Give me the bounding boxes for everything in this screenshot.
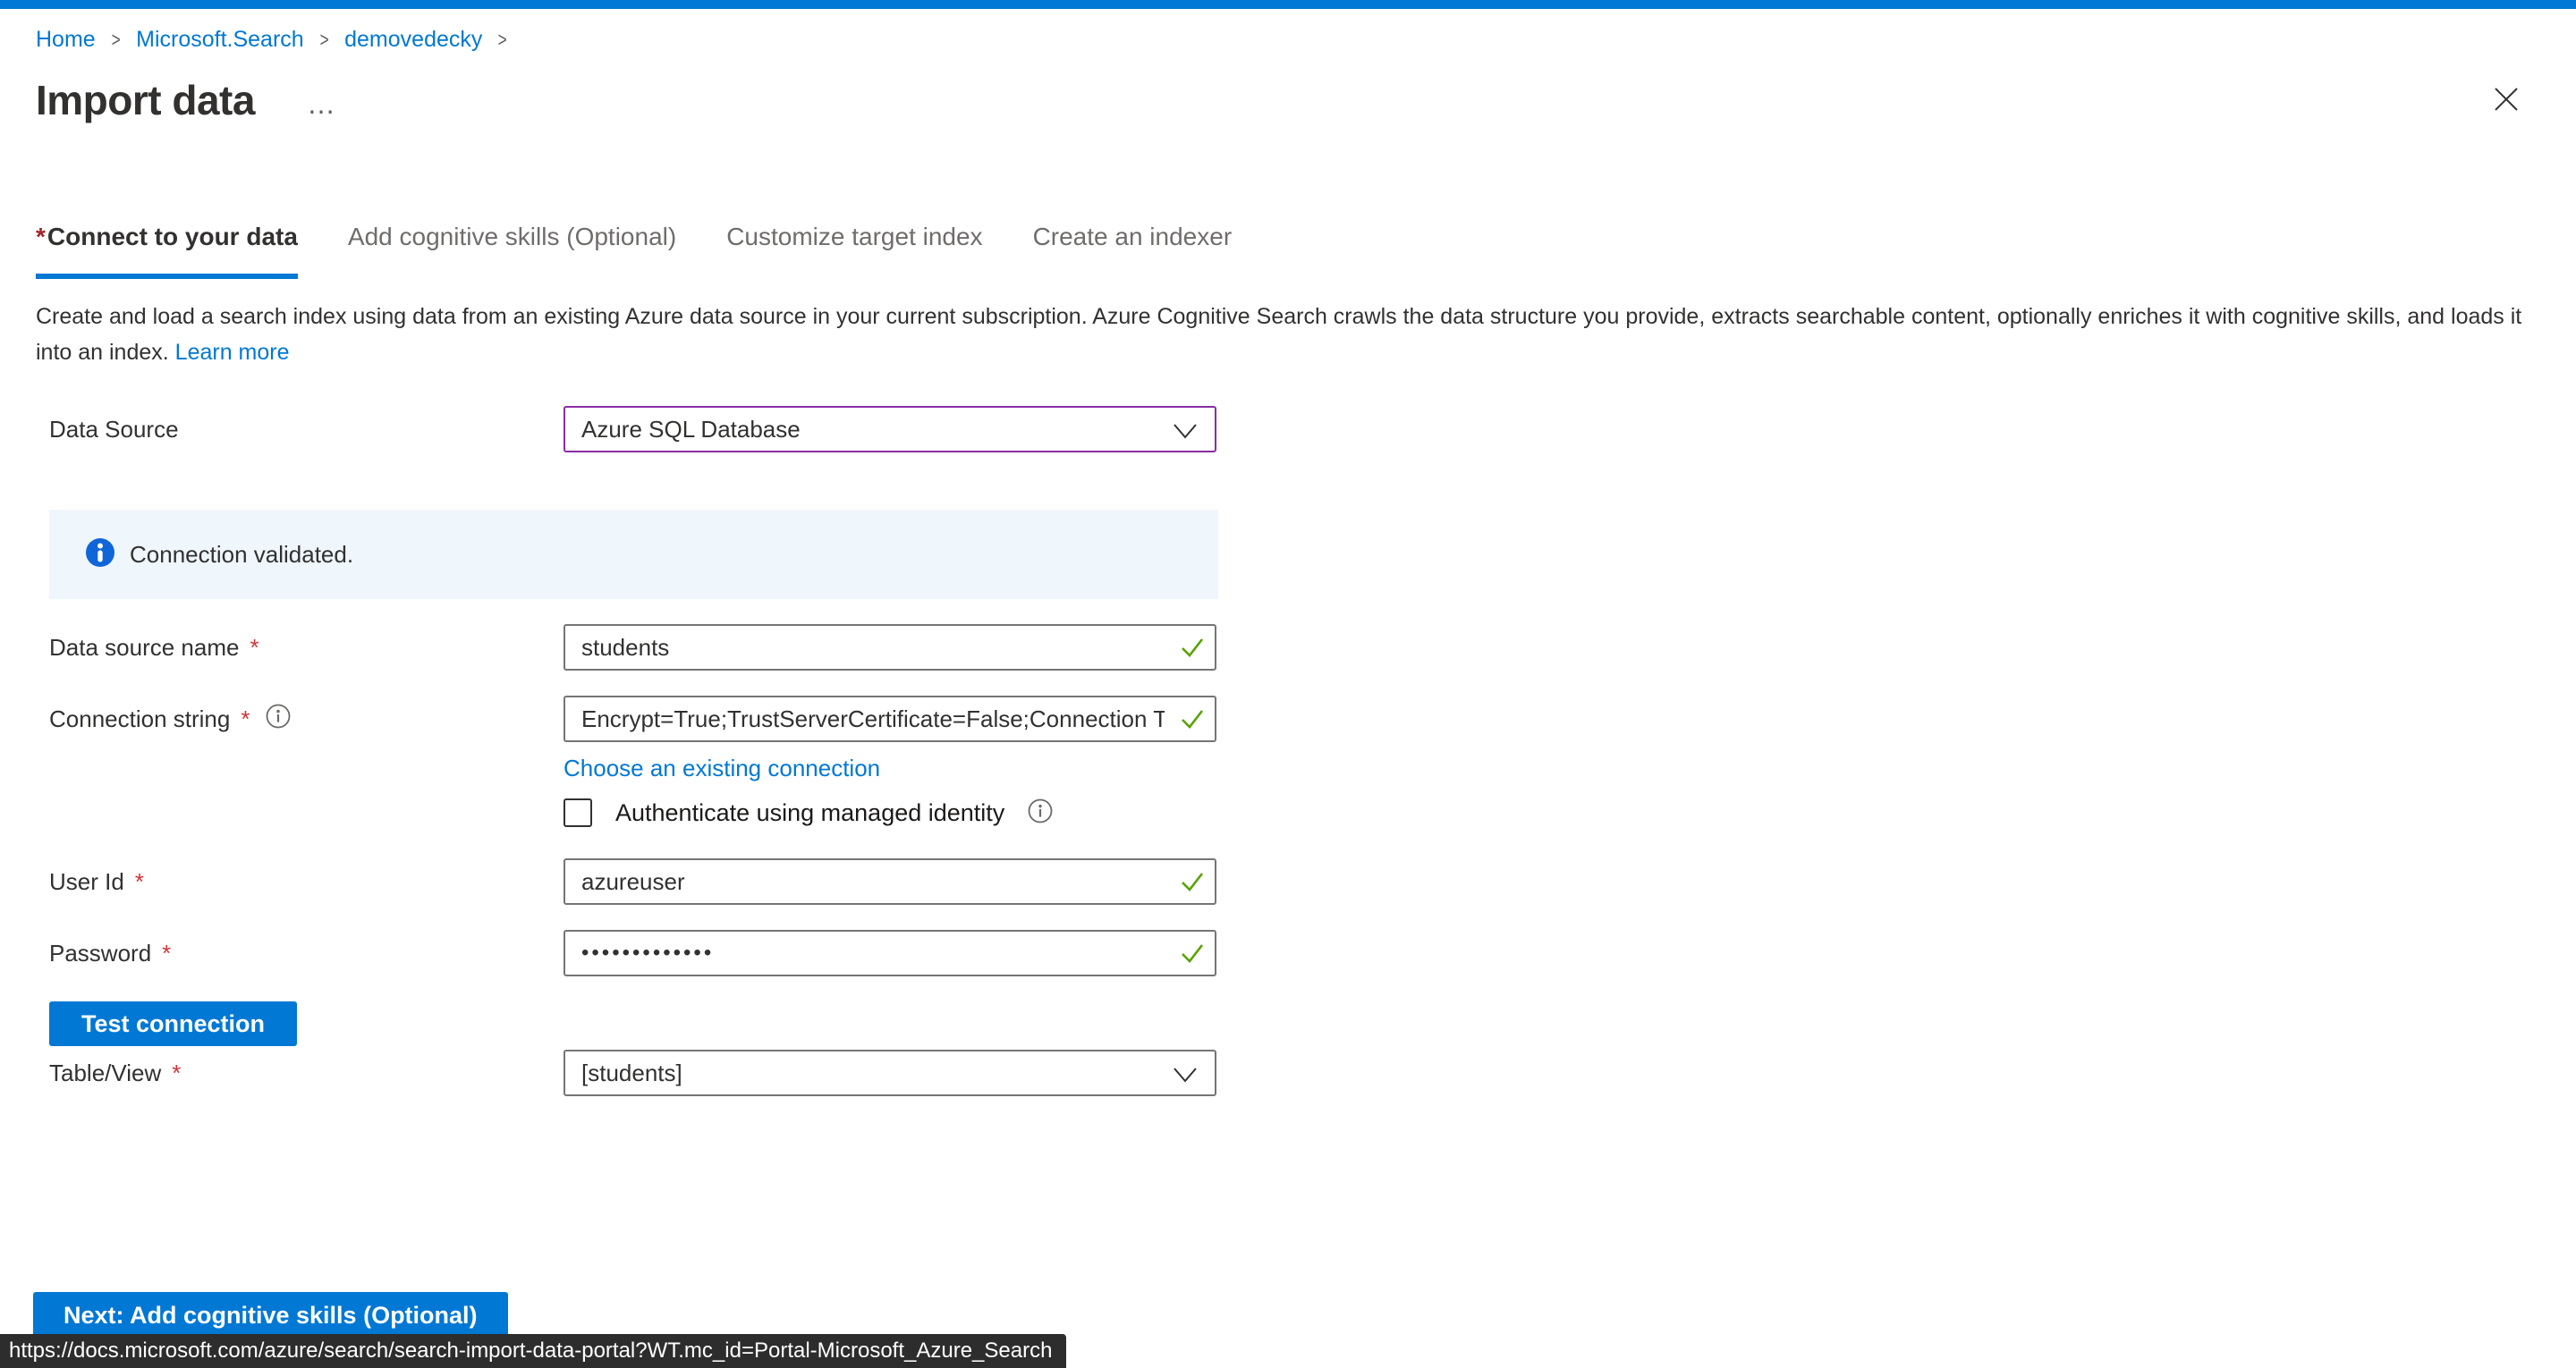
more-options-icon[interactable]: … [307,95,335,113]
breadcrumb-home[interactable]: Home [36,25,96,54]
password-label: Password * [36,940,564,967]
next-step-button[interactable]: Next: Add cognitive skills (Optional) [33,1292,508,1338]
tab-connect-to-your-data[interactable]: *Connect to your data [36,222,298,279]
tab-customize-target-index[interactable]: Customize target index [726,222,982,279]
required-asterisk: * [250,634,258,662]
data-source-dropdown[interactable]: Azure SQL Database [564,406,1216,452]
valid-check-icon [1177,632,1208,667]
valid-check-icon [1177,866,1208,901]
user-id-label: User Id * [36,868,564,896]
chevron-down-icon [1172,419,1199,449]
learn-more-link[interactable]: Learn more [175,340,290,365]
connection-string-row: Connection string * [36,696,2540,742]
required-asterisk: * [36,223,46,250]
wizard-tab-bar: *Connect to your data Add cognitive skil… [36,222,2540,279]
table-view-row: Table/View * [students] [36,1050,2540,1096]
data-source-name-label: Data source name * [36,634,564,662]
connection-string-label: Connection string * [36,704,564,735]
password-row: Password * [36,930,2540,976]
breadcrumb-demovedecky[interactable]: demovedecky [344,25,482,54]
tab-label: Customize target index [726,223,982,250]
top-accent-bar [0,0,2576,9]
required-asterisk: * [172,1060,181,1087]
tab-add-cognitive-skills[interactable]: Add cognitive skills (Optional) [348,222,676,279]
page-header: Import data … [36,75,2540,125]
managed-identity-row: Authenticate using managed identity [564,794,2540,832]
tab-label: Create an indexer [1033,223,1233,250]
description-text: Create and load a search index using dat… [36,304,2521,365]
data-source-name-input[interactable] [564,624,1216,671]
choose-existing-connection-row: Choose an existing connection [564,755,2540,781]
label-text: Data Source [49,416,179,443]
info-tooltip-icon[interactable] [1028,798,1053,828]
import-data-dialog: Home > Microsoft.Search > demovedecky > … [0,0,2576,1368]
label-text: Data source name [49,634,239,662]
info-icon [85,537,115,572]
user-id-row: User Id * [36,858,2540,905]
connect-form: Data Source Azure SQL Database [36,406,2540,1096]
info-tooltip-icon[interactable] [266,704,291,735]
page-title: Import data [36,75,255,125]
data-source-label: Data Source [36,416,564,443]
valid-check-icon [1177,938,1208,973]
valid-check-icon [1177,704,1208,739]
data-source-value: Azure SQL Database [581,416,801,443]
breadcrumb-separator-icon: > [498,25,507,54]
tab-create-an-indexer[interactable]: Create an indexer [1033,222,1233,279]
banner-message: Connection validated. [130,541,353,569]
managed-identity-label: Authenticate using managed identity [615,799,1004,827]
data-source-row: Data Source Azure SQL Database [36,406,2540,452]
link-preview-status-bar: https://docs.microsoft.com/azure/search/… [0,1334,1066,1368]
password-input[interactable] [564,930,1216,976]
test-connection-button[interactable]: Test connection [49,1001,297,1046]
breadcrumb-microsoft-search[interactable]: Microsoft.Search [136,25,304,54]
breadcrumb: Home > Microsoft.Search > demovedecky > [36,25,2540,54]
managed-identity-checkbox[interactable] [564,798,592,827]
table-view-label: Table/View * [36,1060,564,1087]
user-id-input[interactable] [564,858,1216,905]
choose-existing-connection-link[interactable]: Choose an existing connection [564,755,880,781]
info-banner: Connection validated. [49,510,1218,599]
label-text: Connection string [49,705,230,733]
label-text: Table/View [49,1060,161,1087]
table-view-value: [students] [581,1060,682,1087]
chevron-down-icon [1172,1063,1199,1093]
tab-label: Add cognitive skills (Optional) [348,223,676,250]
tab-label: Connect to your data [47,223,298,250]
page-description: Create and load a search index using dat… [36,299,2540,370]
breadcrumb-separator-icon: > [111,25,120,54]
connection-string-input[interactable] [564,696,1216,742]
label-text: User Id [49,868,124,896]
required-asterisk: * [162,940,171,967]
required-asterisk: * [241,705,250,733]
data-source-name-row: Data source name * [36,624,2540,671]
table-view-dropdown[interactable]: [students] [564,1050,1216,1096]
label-text: Password [49,940,151,967]
close-icon[interactable] [2488,82,2524,118]
breadcrumb-separator-icon: > [319,25,328,54]
required-asterisk: * [135,868,144,896]
